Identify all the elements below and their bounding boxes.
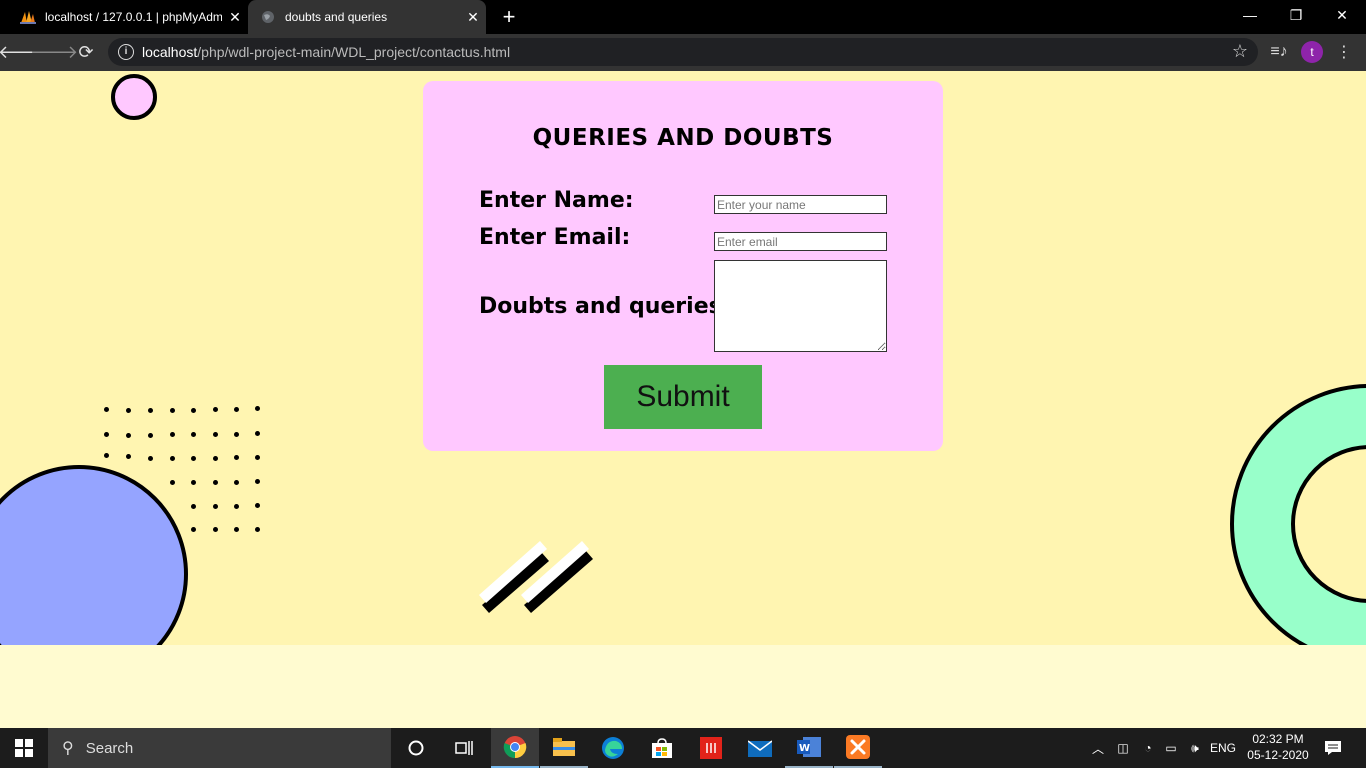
queries-textarea[interactable]	[714, 260, 887, 352]
mail-icon[interactable]	[736, 728, 784, 768]
notifications-icon[interactable]	[1320, 728, 1346, 768]
tab-strip: localhost / 127.0.0.1 | phpMyAdmin ✕ dou…	[0, 0, 1366, 34]
queries-label: Doubts and queries:	[479, 294, 731, 319]
url-text[interactable]: localhost/php/wdl-project-main/WDL_proje…	[142, 44, 510, 60]
close-window-icon[interactable]: ✕	[1319, 0, 1365, 30]
profile-avatar[interactable]: t	[1301, 41, 1323, 63]
show-hidden-icons-chevron-icon[interactable]: ︿	[1088, 728, 1108, 768]
email-input[interactable]	[714, 232, 887, 251]
store-icon[interactable]	[638, 728, 686, 768]
wifi-icon[interactable]: ◔	[1137, 728, 1159, 768]
site-info-icon[interactable]: i	[118, 44, 134, 60]
xampp-icon[interactable]	[834, 728, 882, 768]
taskbar-search[interactable]: ⚲ Search	[48, 728, 391, 768]
bookmark-star-icon[interactable]: ☆	[1232, 41, 1248, 62]
decorative-stripes	[479, 541, 593, 613]
windows-start-icon[interactable]	[0, 728, 48, 768]
media-control-icon[interactable]: ≡♪	[1265, 38, 1293, 66]
svg-text:W: W	[799, 743, 810, 754]
word-icon[interactable]: W	[785, 728, 833, 768]
contact-form-card: QUERIES AND DOUBTS Enter Name: Enter Ema…	[423, 81, 943, 451]
clock-date: 05-12-2020	[1247, 748, 1309, 762]
close-tab-icon[interactable]: ✕	[222, 9, 248, 26]
clock-time: 02:32 PM	[1252, 732, 1304, 746]
battery-icon[interactable]: ▭	[1160, 728, 1182, 768]
minimize-icon[interactable]: —	[1227, 0, 1273, 30]
meet-now-icon[interactable]: ◫	[1112, 728, 1134, 768]
tab-phpmyadmin[interactable]: localhost / 127.0.0.1 | phpMyAdmin ✕	[6, 0, 248, 34]
forward-arrow-icon[interactable]: 🡒	[30, 38, 78, 66]
chrome-icon[interactable]	[491, 728, 539, 768]
form-title: QUERIES AND DOUBTS	[532, 125, 834, 151]
tab-title: doubts and queries	[285, 10, 388, 24]
windows-taskbar: ⚲ Search W ︿ ◫ ◔ ▭ 🕪 ENG 02:32 PM 05-12-…	[0, 728, 1366, 768]
submit-button[interactable]: Submit	[604, 365, 762, 429]
search-icon: ⚲	[62, 740, 74, 757]
email-label: Enter Email:	[479, 225, 631, 250]
menu-icon[interactable]: ⋮	[1330, 38, 1358, 66]
volume-icon[interactable]: 🕪	[1184, 728, 1206, 768]
browser-toolbar: 🡐 🡒 ⟳ i localhost/php/wdl-project-main/W…	[0, 34, 1366, 71]
tab-title: localhost / 127.0.0.1 | phpMyAdmin	[45, 10, 222, 24]
address-bar[interactable]: i localhost/php/wdl-project-main/WDL_pro…	[108, 38, 1258, 66]
page-bottom-area	[0, 645, 1366, 728]
name-input[interactable]	[714, 195, 887, 214]
new-tab-button[interactable]: +	[496, 4, 522, 30]
tab-doubts-and-queries[interactable]: doubts and queries ✕	[248, 0, 486, 34]
task-view-icon[interactable]	[440, 728, 488, 768]
phpmyadmin-icon	[20, 9, 36, 25]
reload-icon[interactable]: ⟳	[72, 38, 100, 66]
decorative-blue-circle	[0, 465, 188, 645]
close-tab-icon[interactable]: ✕	[460, 9, 486, 26]
decorative-pink-circle	[111, 74, 157, 120]
page-content: QUERIES AND DOUBTS Enter Name: Enter Ema…	[0, 71, 1366, 645]
language-indicator[interactable]: ENG	[1208, 728, 1238, 768]
edge-icon[interactable]	[589, 728, 637, 768]
name-label: Enter Name:	[479, 188, 634, 213]
restore-icon[interactable]: ❐	[1273, 0, 1319, 30]
file-explorer-icon[interactable]	[540, 728, 588, 768]
cortana-icon[interactable]	[392, 728, 440, 768]
app-icon[interactable]	[687, 728, 735, 768]
system-clock[interactable]: 02:32 PM 05-12-2020	[1240, 731, 1316, 763]
globe-icon	[260, 9, 276, 25]
